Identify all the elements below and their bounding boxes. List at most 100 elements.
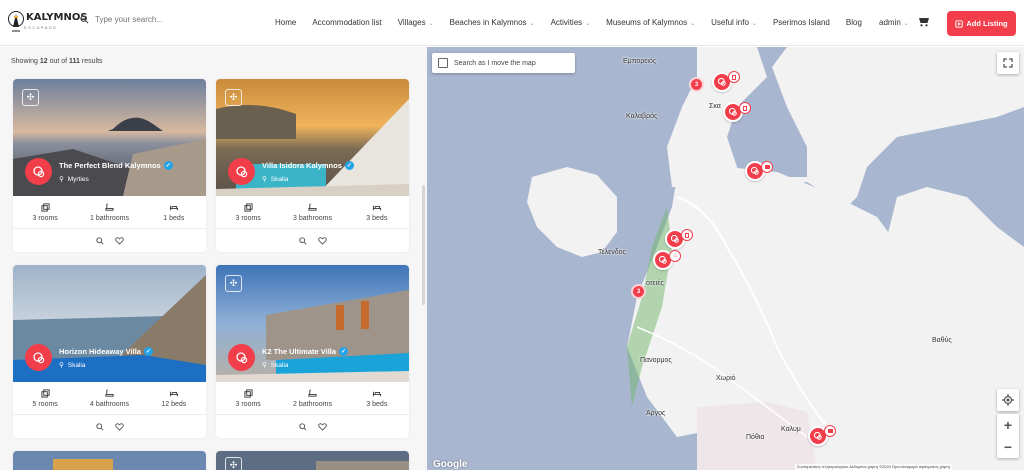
listing-title[interactable]: Horizon Hideaway Villa ✓ xyxy=(59,347,153,356)
bathtub-icon xyxy=(105,202,114,211)
bed-icon xyxy=(372,391,381,396)
listing-pin-icon xyxy=(813,431,822,440)
favorite-toggle-icon[interactable]: ✣ xyxy=(225,89,242,106)
nav-item-accommodation-list[interactable]: Accommodation list xyxy=(312,18,381,27)
zoom-in-button[interactable] xyxy=(93,234,107,248)
listings-panel: Showing 12 out of 111 results ✣ The Perf… xyxy=(0,47,427,470)
user-menu[interactable]: admin ⌄ xyxy=(879,18,909,27)
heart-icon xyxy=(115,422,124,431)
nav-label: Activities xyxy=(550,18,583,27)
listing-card[interactable]: ✣ xyxy=(216,451,409,470)
listing-image[interactable]: ✣ K2 The Ultimate Villa ✓ ⚲ Skalia xyxy=(216,265,409,382)
map-label: Σκα xyxy=(709,103,721,110)
listing-image[interactable]: ✣ Villa Isidora Kalymnos ✓ ⚲ Skalia xyxy=(216,79,409,196)
zoom-in-button[interactable] xyxy=(93,420,107,434)
favorite-toggle-icon[interactable]: ✣ xyxy=(225,275,242,292)
listing-pin-icon xyxy=(728,107,737,116)
nav-item-villages[interactable]: Villages ⌄ xyxy=(398,18,434,27)
bathrooms-stat: 4 bathrooms xyxy=(77,382,141,414)
listing-pin-icon xyxy=(717,77,726,86)
listing-title-text: Villa Isidora Kalymnos xyxy=(262,161,342,170)
nav-item-useful-info[interactable]: Useful info ⌄ xyxy=(711,18,757,27)
zoom-in-button[interactable] xyxy=(296,234,310,248)
listing-image[interactable]: ✣ The Perfect Blend Kalymnos ✓ ⚲ Myrties xyxy=(13,79,206,196)
store-icon xyxy=(824,425,836,437)
listing-title[interactable]: The Perfect Blend Kalymnos ✓ xyxy=(59,161,173,170)
listing-stats: 3 rooms 1 bathrooms 1 beds xyxy=(13,196,206,229)
beds-stat: 3 beds xyxy=(345,196,409,228)
results-total: 111 xyxy=(69,58,80,65)
listing-title[interactable]: Villa Isidora Kalymnos ✓ xyxy=(262,161,354,170)
bathrooms-value: 3 bathrooms xyxy=(293,214,332,222)
favorite-toggle-icon[interactable]: ✣ xyxy=(225,457,242,470)
listing-stats: 3 rooms 2 bathrooms 3 beds xyxy=(216,382,409,415)
favorite-button[interactable] xyxy=(316,234,330,248)
lighthouse-logo-icon xyxy=(8,11,24,32)
site-logo[interactable]: KALYMNOS ESCAPADE xyxy=(8,10,88,32)
map-cluster-marker[interactable]: 3 xyxy=(689,77,704,92)
chevron-down-icon: ⌄ xyxy=(585,21,591,27)
search-input[interactable] xyxy=(95,15,215,24)
listing-pin-icon xyxy=(228,158,255,185)
location-text: Myrties xyxy=(67,175,89,183)
map-label: Πόθια xyxy=(746,434,765,441)
nav-item-museums[interactable]: Museums of Kalymnos ⌄ xyxy=(606,18,695,27)
rooms-stat: 3 rooms xyxy=(13,196,77,228)
listing-stats: 3 rooms 3 bathrooms 3 beds xyxy=(216,196,409,229)
listing-image[interactable]: Horizon Hideaway Villa ✓ ⚲ Skalia xyxy=(13,265,206,382)
listing-actions xyxy=(216,229,409,252)
bathrooms-value: 1 bathrooms xyxy=(90,214,129,222)
nav-item-activities[interactable]: Activities ⌄ xyxy=(551,18,591,27)
listing-card[interactable]: ✣ K2 The Ultimate Villa ✓ ⚲ Skalia 3 rooms… xyxy=(216,265,409,438)
zoom-in-icon xyxy=(95,236,104,245)
location-pin-icon: ⚲ xyxy=(59,362,64,369)
bookmark-icon xyxy=(739,102,751,114)
add-listing-icon xyxy=(955,19,964,28)
nav-item-blog[interactable]: Blog xyxy=(846,18,862,27)
cart-icon[interactable] xyxy=(918,16,930,27)
zoom-in-button[interactable] xyxy=(296,420,310,434)
fullscreen-button[interactable] xyxy=(997,52,1019,74)
map-label: Εμπορειός xyxy=(623,58,657,65)
map-attribution[interactable]: Συντομεύσεις πληκτρολογίου Δεδομένα χάρτ… xyxy=(795,464,952,470)
nav-item-home[interactable]: Home xyxy=(275,18,296,27)
chevron-down-icon: ⌄ xyxy=(690,21,696,27)
listing-title-text: The Perfect Blend Kalymnos xyxy=(59,161,161,170)
listing-photo-partial xyxy=(216,451,409,470)
listing-actions xyxy=(13,415,206,438)
favorite-toggle-icon[interactable]: ✣ xyxy=(22,89,39,106)
location-text: Skalia xyxy=(270,175,289,183)
beds-value: 12 beds xyxy=(161,400,187,408)
search-as-map-moves-toggle[interactable]: Search as I move the map xyxy=(432,53,575,73)
zoom-out-map-button[interactable]: − xyxy=(997,436,1019,458)
zoom-in-map-button[interactable]: + xyxy=(997,414,1019,436)
add-listing-button[interactable]: Add Listing xyxy=(947,11,1016,36)
nav-item-pserimos[interactable]: Pserimos Island xyxy=(773,18,830,27)
nav-label: Home xyxy=(275,18,297,27)
listings-map[interactable]: Εμπορειός Καλαβρός Σκα Τέλενδος οτειές Π… xyxy=(427,47,1024,470)
favorite-button[interactable] xyxy=(113,234,127,248)
nav-item-beaches[interactable]: Beaches in Kalymnos ⌄ xyxy=(450,18,535,27)
map-label: οτειές xyxy=(646,280,664,287)
bed-icon xyxy=(169,205,178,210)
map-cluster-marker[interactable]: 3 xyxy=(631,284,646,299)
search-as-map-moves-checkbox[interactable] xyxy=(438,58,448,68)
site-header: KALYMNOS ESCAPADE Home Accommodation lis… xyxy=(0,0,1024,46)
listing-card[interactable]: ✣ Villa Isidora Kalymnos ✓ ⚲ Skalia 3 room… xyxy=(216,79,409,252)
chevron-down-icon: ⌄ xyxy=(903,21,909,27)
results-prefix: Showing xyxy=(11,58,38,65)
favorite-button[interactable] xyxy=(316,420,330,434)
listing-card[interactable] xyxy=(13,451,206,470)
listing-card[interactable]: Horizon Hideaway Villa ✓ ⚲ Skalia 5 rooms … xyxy=(13,265,206,438)
bathrooms-value: 2 bathrooms xyxy=(293,400,332,408)
zoom-in-icon xyxy=(298,236,307,245)
user-name: admin xyxy=(879,18,901,27)
verified-icon: ✓ xyxy=(339,347,349,356)
my-location-button[interactable] xyxy=(997,389,1019,411)
scrollbar[interactable] xyxy=(422,185,425,305)
results-suffix: results xyxy=(81,58,103,65)
listing-title[interactable]: K2 The Ultimate Villa ✓ xyxy=(262,347,349,356)
favorite-button[interactable] xyxy=(113,420,127,434)
listing-pin-icon xyxy=(750,166,759,175)
listing-card[interactable]: ✣ The Perfect Blend Kalymnos ✓ ⚲ Myrties 3… xyxy=(13,79,206,252)
